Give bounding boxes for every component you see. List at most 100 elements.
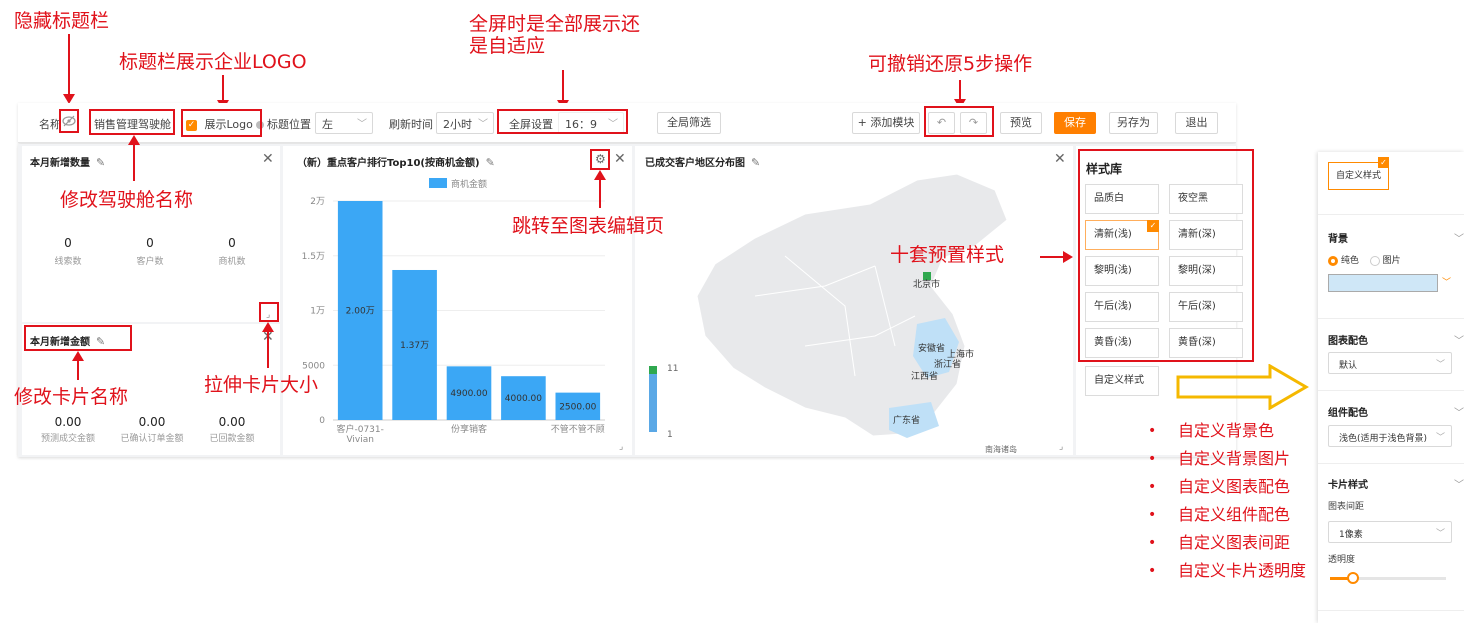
y-tick-label: 5000 bbox=[302, 361, 325, 371]
bar-data-label: 4000.00 bbox=[505, 394, 542, 404]
radio-label: 图片 bbox=[1382, 256, 1401, 266]
chevron-down-icon[interactable]: ﹀ bbox=[1442, 275, 1451, 288]
bar-data-label: 2500.00 bbox=[559, 402, 596, 412]
card-top10-customers: （新）重点客户排行Top10(按商机金额) ✎ ⚙ ✕ 商机金额 0 5000 1万 1.… bbox=[283, 146, 632, 455]
save-button[interactable]: 保存 bbox=[1054, 112, 1096, 134]
custom-style-label: 自定义样式 bbox=[1335, 171, 1381, 181]
chevron-down-icon: ﹀ bbox=[1454, 234, 1464, 245]
opacity-slider-handle[interactable] bbox=[1347, 572, 1360, 584]
x-tick-label: Vivian bbox=[346, 435, 374, 445]
resize-handle-icon[interactable]: ⌟ bbox=[1059, 442, 1063, 452]
south-china-sea-label: 南海诸岛 bbox=[985, 445, 1017, 454]
kpi-value: 0 bbox=[228, 236, 236, 250]
kpi-value: 0.00 bbox=[138, 415, 166, 429]
chart-palette-section[interactable]: 图表配色 ﹀ bbox=[1328, 332, 1464, 347]
annotation-rename-cockpit: 修改驾驶舱名称 bbox=[60, 189, 194, 211]
card-style-section[interactable]: 卡片样式 ﹀ bbox=[1328, 476, 1464, 491]
section-title: 背景 bbox=[1328, 234, 1348, 245]
annotation-fullscreen-2: 是自适应 bbox=[469, 35, 546, 57]
component-palette-section[interactable]: 组件配色 ﹀ bbox=[1328, 404, 1464, 419]
refresh-value: 2小时 bbox=[443, 118, 472, 131]
pencil-icon[interactable]: ✎ bbox=[486, 156, 495, 169]
custom-style-button[interactable]: 自定义样式 ✓ bbox=[1328, 157, 1389, 190]
section-title: 组件配色 bbox=[1328, 408, 1368, 419]
list-item: 自定义背景色 bbox=[1148, 420, 1306, 448]
global-filter-button[interactable]: 全局筛选 bbox=[657, 112, 721, 134]
map-label: 广东省 bbox=[893, 416, 921, 426]
annotation-resize-card: 拉伸卡片大小 bbox=[204, 374, 319, 396]
divider bbox=[1318, 214, 1464, 215]
add-module-button[interactable]: + 添加模块 bbox=[852, 112, 920, 134]
map-label: 安徽省 bbox=[918, 344, 946, 354]
save-as-button[interactable]: 另存为 bbox=[1109, 112, 1158, 134]
pencil-icon[interactable]: ✎ bbox=[96, 156, 105, 169]
kpi-label: 预测成交金额 bbox=[40, 434, 95, 444]
card-region-map: 已成交客户地区分布图 ✎ ✕ 北京市 安徽省 上海市 浙江省 江西省 广东省 11… bbox=[635, 146, 1073, 455]
arrow bbox=[63, 34, 75, 104]
map-label: 北京市 bbox=[913, 280, 941, 290]
annotation-undo-redo: 可撤销还原5步操作 bbox=[868, 53, 1033, 75]
legend-swatch bbox=[429, 178, 447, 188]
map-china bbox=[696, 173, 1008, 437]
annotation-goto-editor: 跳转至图表编辑页 bbox=[512, 215, 665, 237]
title-position-select[interactable]: 左 ﹀ bbox=[315, 112, 373, 134]
legend-min: 1 bbox=[667, 430, 673, 440]
spacing-select[interactable]: 1像素 ﹀ bbox=[1328, 521, 1452, 543]
select-value: 浅色(适用于浅色背景) bbox=[1339, 434, 1428, 444]
list-item: 自定义图表配色 bbox=[1148, 476, 1306, 504]
resize-handle-icon[interactable]: ⌟ bbox=[619, 442, 623, 452]
kpi: 0 商机数 bbox=[202, 236, 262, 267]
list-item: 自定义卡片透明度 bbox=[1148, 560, 1306, 588]
close-icon[interactable]: ✕ bbox=[262, 151, 274, 167]
highlight-box bbox=[181, 109, 262, 137]
kpi: 0 线索数 bbox=[38, 236, 98, 267]
kpi-label: 商机数 bbox=[218, 257, 246, 267]
chevron-down-icon: ﹀ bbox=[478, 119, 488, 130]
bar-data-label: 4900.00 bbox=[450, 389, 487, 399]
card-title: 本月新增数量 ✎ bbox=[30, 154, 105, 169]
chart-palette-select[interactable]: 默认 ﹀ bbox=[1328, 352, 1452, 374]
radio-selected-icon[interactable] bbox=[1328, 255, 1338, 266]
kpi-value: 0.00 bbox=[54, 415, 82, 429]
background-type-radios: 纯色 图片 bbox=[1328, 253, 1401, 266]
highlight-box bbox=[1078, 149, 1254, 362]
style-custom[interactable]: 自定义样式 bbox=[1085, 366, 1159, 396]
background-section[interactable]: 背景 ﹀ bbox=[1328, 230, 1464, 245]
custom-style-settings: 自定义样式 ✓ 背景 ﹀ 纯色 图片 ﹀ 图表配色 ﹀ 默认 ﹀ 组件配色 ﹀ 浅色(适用… bbox=[1318, 152, 1464, 623]
arrow bbox=[72, 351, 84, 380]
china-map bbox=[649, 173, 1008, 438]
arrow bbox=[594, 170, 606, 208]
name-label: 名称 bbox=[39, 118, 61, 131]
highlight-box bbox=[24, 325, 132, 351]
kpi: 0.00 预测成交金额 bbox=[38, 415, 98, 444]
kpi: 0 客户数 bbox=[120, 236, 180, 267]
preview-button[interactable]: 预览 bbox=[1000, 112, 1042, 134]
exit-button[interactable]: 退出 bbox=[1175, 112, 1218, 134]
kpi-value: 0 bbox=[64, 236, 72, 250]
highlight-box bbox=[259, 302, 279, 322]
y-tick-label: 1.5万 bbox=[302, 252, 325, 262]
card-title-text: 本月新增数量 bbox=[30, 158, 90, 169]
opacity-label: 透明度 bbox=[1328, 555, 1356, 565]
x-tick-label: 份享销客 bbox=[451, 423, 487, 435]
arrow bbox=[128, 135, 140, 181]
annotation-ten-presets: 十套预置样式 bbox=[890, 244, 1005, 266]
arrow bbox=[1040, 251, 1073, 263]
component-palette-select[interactable]: 浅色(适用于浅色背景) ﹀ bbox=[1328, 425, 1452, 447]
radio-icon[interactable] bbox=[1369, 255, 1380, 266]
highlight-box bbox=[89, 109, 175, 135]
divider bbox=[1318, 463, 1464, 464]
select-value: 默认 bbox=[1339, 361, 1358, 371]
chevron-down-icon: ﹀ bbox=[1435, 529, 1445, 539]
divider bbox=[1318, 318, 1464, 319]
color-swatch[interactable] bbox=[1328, 274, 1438, 292]
card-title: （新）重点客户排行Top10(按商机金额) ✎ bbox=[297, 154, 495, 169]
title-position-value: 左 bbox=[322, 118, 333, 131]
title-position-label: 标题位置 bbox=[267, 118, 311, 131]
refresh-select[interactable]: 2小时 ﹀ bbox=[436, 112, 494, 134]
highlight-box bbox=[924, 106, 994, 137]
close-icon[interactable]: ✕ bbox=[614, 151, 626, 167]
card-monthly-count: 本月新增数量 ✎ ✕ 0 线索数 0 客户数 0 商机数 ⌟ bbox=[22, 146, 280, 322]
card-title-text: （新）重点客户排行Top10(按商机金额) bbox=[297, 158, 480, 169]
chevron-down-icon: ﹀ bbox=[1454, 480, 1464, 491]
